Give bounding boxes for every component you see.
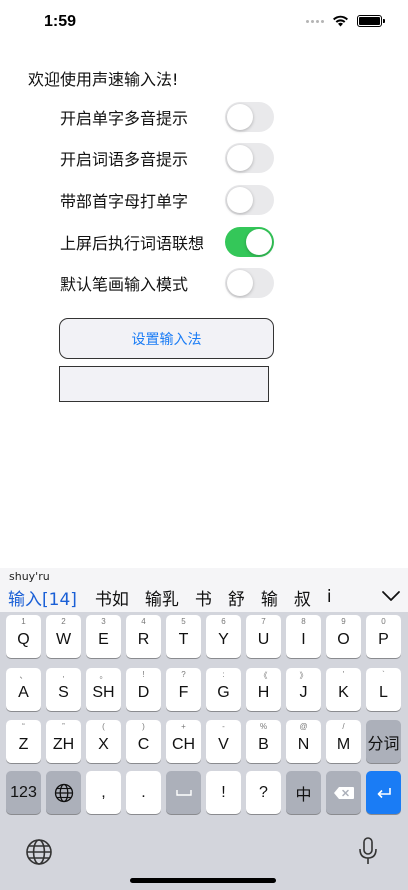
globe-icon [54, 783, 73, 802]
setting-row-single-char-polyphone: 开启单字多音提示 [60, 101, 274, 133]
key-b[interactable]: % B [246, 720, 281, 763]
home-indicator[interactable] [130, 878, 276, 883]
microphone-icon[interactable] [356, 836, 380, 866]
keyboard: shuy'ru 输入[14] 书如 输乳 书 舒 输 叔 i 1Q 2W 3E … [0, 568, 408, 890]
key-w[interactable]: 2W [46, 615, 81, 658]
candidate-item[interactable]: 舒 [228, 585, 245, 610]
delete-icon [333, 786, 354, 799]
wifi-icon [333, 15, 348, 27]
question-key[interactable]: ? [246, 771, 281, 814]
word-association-toggle[interactable] [225, 227, 274, 257]
status-icons [306, 15, 385, 27]
setting-row-word-association: 上屏后执行词语联想 [60, 226, 274, 258]
setting-label: 默认笔画输入模式 [60, 275, 189, 294]
key-r[interactable]: 4R [126, 615, 161, 658]
candidate-list: 输入[14] 书如 输乳 书 舒 输 叔 i [8, 585, 378, 609]
return-key[interactable] [366, 771, 401, 814]
key-k[interactable]: ' K [326, 668, 361, 711]
globe-key[interactable] [46, 771, 81, 814]
segment-key[interactable]: 分词 [366, 720, 401, 763]
setting-label: 开启单字多音提示 [60, 109, 189, 128]
stroke-mode-toggle[interactable] [225, 268, 274, 298]
candidate-bar: shuy'ru 输入[14] 书如 输乳 书 舒 输 叔 i [0, 568, 408, 612]
key-g[interactable]: :G [206, 668, 241, 711]
key-f[interactable]: ? F [166, 668, 201, 711]
word-polyphone-toggle[interactable] [225, 143, 274, 173]
status-bar: 1:59 [0, 0, 408, 48]
candidate-item[interactable]: 输入[14] [8, 585, 77, 610]
welcome-text: 欢迎使用声速输入法! [28, 70, 179, 89]
key-s[interactable]: ,S [46, 668, 81, 711]
single-char-polyphone-toggle[interactable] [225, 102, 274, 132]
key-n[interactable]: @ N [286, 720, 321, 763]
delete-key[interactable] [326, 771, 361, 814]
key-d[interactable]: ! D [126, 668, 161, 711]
candidate-item[interactable]: 输乳 [145, 585, 179, 610]
setting-row-stroke-mode: 默认笔画输入模式 [60, 267, 274, 299]
key-i[interactable]: 8I [286, 615, 321, 658]
candidate-item[interactable]: 输 [261, 585, 278, 610]
key-a[interactable]: 、 A [6, 668, 41, 711]
key-e[interactable]: 3E [86, 615, 121, 658]
setup-input-method-button[interactable]: 设置输入法 [59, 318, 274, 359]
setting-label: 上屏后执行词语联想 [60, 234, 205, 253]
radical-letter-toggle[interactable] [225, 185, 274, 215]
candidate-item[interactable]: 书 [195, 585, 212, 610]
key-t[interactable]: 5T [166, 615, 201, 658]
key-v[interactable]: -V [206, 720, 241, 763]
key-o[interactable]: 9O [326, 615, 361, 658]
globe-icon[interactable] [25, 838, 53, 866]
exclaim-key[interactable]: ! [206, 771, 241, 814]
space-key[interactable] [166, 771, 201, 814]
key-z[interactable]: “Z [6, 720, 41, 763]
test-text-field[interactable] [59, 366, 269, 402]
key-c[interactable]: ) C [126, 720, 161, 763]
key-u[interactable]: 7U [246, 615, 281, 658]
keyboard-bottom-area [0, 818, 408, 890]
setting-label: 开启词语多音提示 [60, 150, 189, 169]
key-zh[interactable]: ” ZH [46, 720, 81, 763]
comma-key[interactable]: , [86, 771, 121, 814]
pinyin-composition: shuy'ru [9, 570, 50, 583]
setting-row-radical-letter: 带部首字母打单字 [60, 184, 274, 216]
candidate-item[interactable]: i [327, 587, 332, 607]
status-time: 1:59 [44, 13, 77, 30]
key-l[interactable]: ` L [366, 668, 401, 711]
key-x[interactable]: (X [86, 720, 121, 763]
chevron-down-icon[interactable] [380, 585, 402, 607]
chinese-mode-key[interactable]: 中 [286, 771, 321, 814]
candidate-item[interactable]: 书如 [95, 585, 129, 610]
setting-label: 带部首字母打单字 [60, 192, 189, 211]
key-ch[interactable]: + CH [166, 720, 201, 763]
battery-icon [357, 15, 385, 27]
key-q[interactable]: 1Q [6, 615, 41, 658]
return-icon [377, 787, 391, 798]
key-j[interactable]: 》 J [286, 668, 321, 711]
period-key[interactable]: . [126, 771, 161, 814]
key-h[interactable]: 《 H [246, 668, 281, 711]
key-p[interactable]: 0P [366, 615, 401, 658]
candidate-item[interactable]: 叔 [294, 585, 311, 610]
space-icon [175, 789, 192, 796]
key-y[interactable]: 6Y [206, 615, 241, 658]
numbers-key[interactable]: 123 [6, 771, 41, 814]
setting-row-word-polyphone: 开启词语多音提示 [60, 142, 274, 174]
key-sh[interactable]: 。 SH [86, 668, 121, 711]
cellular-signal-icon [306, 19, 324, 23]
key-m[interactable]: / M [326, 720, 361, 763]
